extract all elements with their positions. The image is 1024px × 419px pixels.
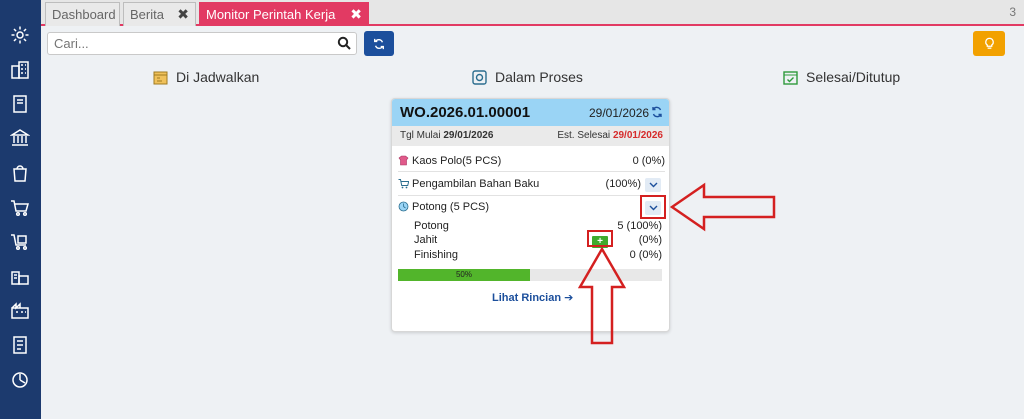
detail-link[interactable]: Lihat Rincian ➔ [492, 291, 573, 304]
work-order-number: WO.2026.01.00001 [400, 104, 531, 121]
card-dates: Tgl Mulai 29/01/2026 Est. Selesai 29/01/… [392, 126, 669, 146]
tab-label: Monitor Perintah Kerja [206, 7, 336, 22]
arrow-up-annotation-icon [578, 247, 626, 345]
book-icon[interactable] [9, 93, 31, 115]
process-icon [472, 69, 487, 85]
column-title: Dalam Proses [495, 69, 583, 85]
start-label: Tgl Mulai [400, 130, 441, 141]
sub-step-value: (0%) [638, 234, 662, 246]
annotation-box-expand [640, 195, 666, 219]
tax-document-icon[interactable] [9, 334, 31, 356]
tab-dashboard[interactable]: Dashboard [45, 2, 120, 26]
shopping-bag-icon[interactable] [9, 162, 31, 184]
shirt-icon [398, 155, 409, 166]
tab-berita[interactable]: Berita ✖ [123, 2, 196, 26]
sub-step-row: Potong 5 (100%) [414, 220, 662, 232]
calendar-icon [153, 71, 168, 84]
work-order-card[interactable]: WO.2026.01.00001 29/01/2026 Tgl Mulai 29… [391, 98, 670, 332]
arrow-left-annotation-icon [670, 182, 776, 232]
item-value: 0 (0%) [632, 155, 665, 167]
main-content: Di Jadwalkan Dalam Proses Selesai/Ditutu… [41, 26, 1024, 419]
divider [398, 171, 665, 172]
progress-label: 50% [455, 270, 472, 279]
sub-step-label: Potong [414, 220, 449, 232]
warehouse-icon[interactable] [9, 265, 31, 287]
cart-icon[interactable] [9, 197, 31, 219]
factory-icon[interactable] [9, 299, 31, 321]
sidebar [0, 0, 41, 419]
sub-step-label: Finishing [414, 249, 459, 261]
item-value: (100%) [605, 178, 641, 190]
refresh-button[interactable] [364, 31, 394, 56]
tab-label: Berita [130, 7, 164, 22]
item-label: Pengambilan Bahan Baku [412, 178, 540, 190]
search-input[interactable] [47, 32, 357, 55]
search-icon[interactable] [337, 36, 351, 50]
item-label: Potong (5 PCS) [412, 201, 490, 213]
building-icon[interactable] [9, 59, 31, 81]
end-label: Est. Selesai [557, 130, 611, 141]
tab-monitor-perintah-kerja[interactable]: Monitor Perintah Kerja ✖ [199, 2, 369, 26]
settings-gear-icon[interactable] [9, 24, 31, 46]
refresh-icon [374, 38, 384, 49]
lightbulb-icon [984, 37, 994, 49]
work-order-date: 29/01/2026 [589, 106, 650, 120]
cart-icon [398, 179, 409, 189]
item-label: Kaos Polo(5 PCS) [412, 155, 502, 167]
calendar-check-icon [783, 70, 798, 85]
sub-step-label: Jahit [414, 234, 438, 246]
process-icon [398, 201, 409, 212]
chevron-down-icon [649, 182, 657, 188]
card-header: WO.2026.01.00001 29/01/2026 [392, 99, 669, 126]
end-date: 29/01/2026 [612, 130, 663, 141]
tab-label: Dashboard [52, 7, 116, 22]
column-header-scheduled: Di Jadwalkan [153, 69, 259, 85]
expand-material-button[interactable] [645, 178, 661, 192]
sub-step-row: Jahit (0%) [414, 234, 662, 246]
column-title: Di Jadwalkan [176, 69, 260, 85]
start-date: 29/01/2026 [443, 130, 494, 141]
sub-step-value: 5 (100%) [617, 220, 662, 232]
column-header-in-process: Dalam Proses [472, 69, 583, 85]
bank-icon[interactable] [9, 127, 31, 149]
tab-bar: Dashboard Berita ✖ Monitor Perintah Kerj… [41, 0, 1024, 26]
column-header-done: Selesai/Ditutup [783, 69, 900, 85]
divider [398, 195, 665, 196]
close-icon[interactable]: ✖ [177, 6, 189, 23]
report-icon[interactable] [9, 369, 31, 391]
sync-icon[interactable] [651, 106, 663, 118]
close-icon[interactable]: ✖ [350, 6, 362, 23]
sub-step-value: 0 (0%) [629, 249, 662, 261]
cart-box-icon[interactable] [9, 231, 31, 253]
tab-count[interactable]: 3 [1009, 5, 1016, 19]
annotation-box-plus [587, 230, 613, 247]
hint-button[interactable] [973, 31, 1005, 56]
column-title: Selesai/Ditutup [806, 69, 901, 85]
